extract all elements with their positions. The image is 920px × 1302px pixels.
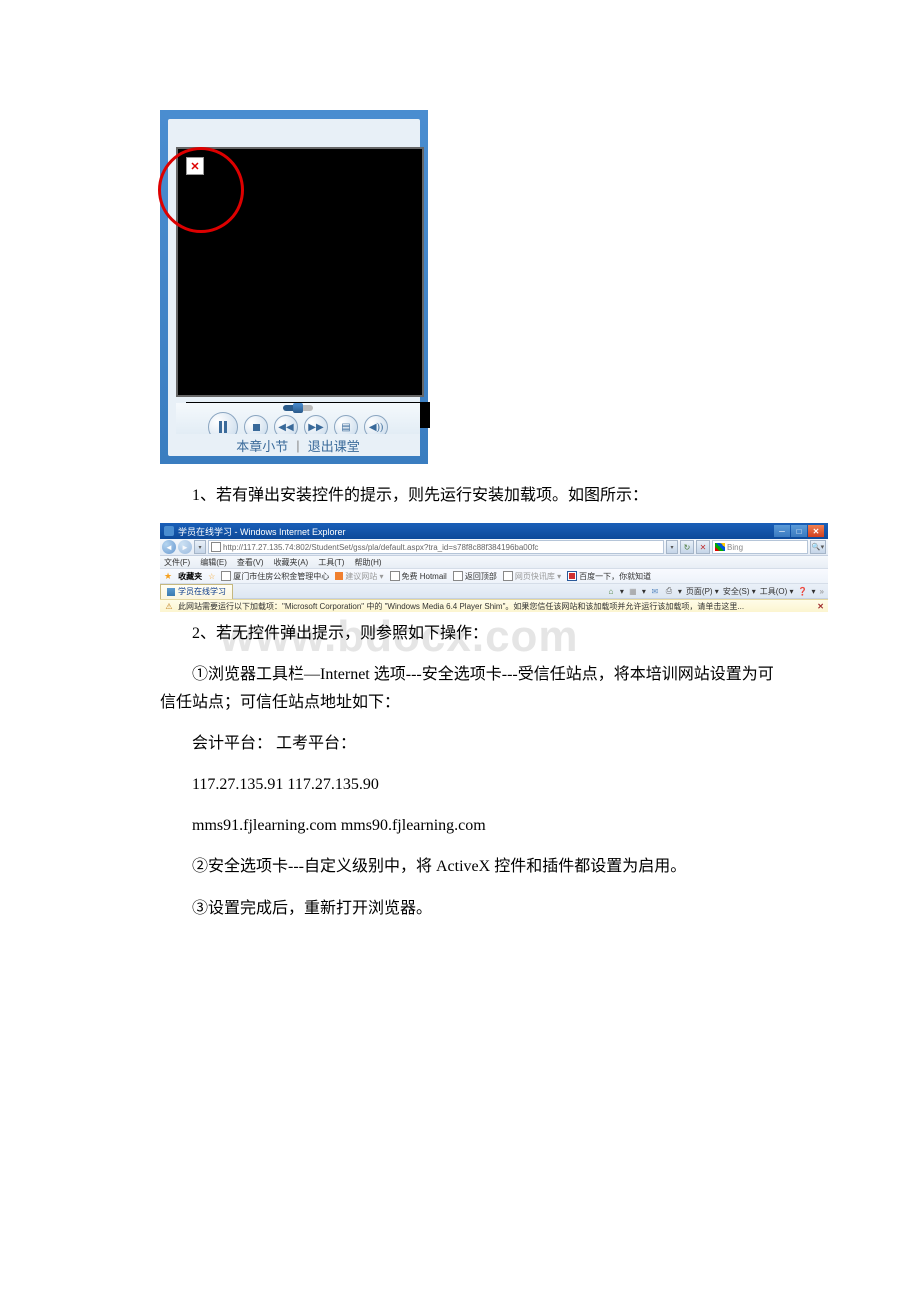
menu-tools[interactable]: 工具(T) — [318, 557, 344, 568]
chapter-link[interactable]: 本章小节 — [236, 436, 288, 455]
window-title: 学员在线学习 - Windows Internet Explorer — [178, 525, 346, 538]
maximize-button[interactable]: □ — [791, 525, 807, 537]
back-button[interactable]: ◄ — [162, 540, 176, 554]
address-bar: ◄ ► ▾ http://117.27.135.74:802/StudentSe… — [160, 539, 828, 556]
tab-icon — [167, 588, 175, 596]
url-input[interactable]: http://117.27.135.74:802/StudentSet/gss/… — [208, 540, 664, 554]
stop-button[interactable]: ✕ — [696, 540, 710, 554]
nav-dropdown[interactable]: ▾ — [194, 540, 206, 554]
paragraph-7: ②安全选项卡---自定义级别中，将 ActiveX 控件和插件都设置为启用。 — [160, 853, 780, 880]
player-frame: 正在连接 00:00/00:00 ◀◀ ▶▶ ▤ ◀)) 本章小节 | — [168, 119, 420, 456]
tab-bar: 学员在线学习 ⌂▾ ▦▾ ✉ ⎙▾ 页面(P) ▾ 安全(S) ▾ 工具(O) … — [160, 584, 828, 599]
menu-favorites[interactable]: 收藏夹(A) — [274, 557, 309, 568]
feed-icon[interactable]: ▦ — [628, 586, 638, 596]
info-bar[interactable]: ⚠ 此网站需要运行以下加载项："Microsoft Corporation" 中… — [160, 599, 828, 612]
menu-file[interactable]: 文件(F) — [164, 557, 190, 568]
help-icon[interactable]: ❓ — [798, 586, 808, 596]
url-dropdown[interactable]: ▾ — [666, 540, 678, 554]
command-bar: ⌂▾ ▦▾ ✉ ⎙▾ 页面(P) ▾ 安全(S) ▾ 工具(O) ▾ ❓▾ » — [606, 586, 828, 597]
seek-slider[interactable] — [283, 405, 313, 411]
favorites-bar: ★ 收藏夹 ☆ 厦门市住房公积金管理中心 建议网站 ▾ 免费 Hotmail 返… — [160, 569, 828, 584]
fav-item-1[interactable]: 厦门市住房公积金管理中心 — [221, 571, 329, 582]
paragraph-1: 1、若有弹出安装控件的提示，则先运行安装加载项。如图所示： — [160, 482, 780, 509]
active-tab[interactable]: 学员在线学习 — [160, 584, 233, 599]
infobar-close[interactable]: ✕ — [817, 602, 824, 611]
player-footer: 本章小节 | 退出课堂 — [176, 434, 420, 456]
browser-screenshot: 学员在线学习 - Windows Internet Explorer ─ □ ✕… — [160, 523, 828, 602]
fav-item-4[interactable]: 返回顶部 — [453, 571, 497, 582]
safety-menu[interactable]: 安全(S) ▾ — [723, 586, 756, 597]
mail-icon[interactable]: ✉ — [650, 586, 660, 596]
exit-link[interactable]: 退出课堂 — [308, 436, 360, 455]
fav-item-5[interactable]: 网页快讯库 ▾ — [503, 571, 561, 582]
search-input[interactable]: Bing — [712, 540, 808, 554]
fav-item-2[interactable]: 建议网站 ▾ — [335, 571, 383, 582]
minimize-button[interactable]: ─ — [774, 525, 790, 537]
paragraph-3: ①浏览器工具栏—Internet 选项---安全选项卡---受信任站点，将本培训… — [160, 661, 780, 715]
infobar-text: 此网站需要运行以下加载项："Microsoft Corporation" 中的 … — [178, 601, 744, 612]
menu-help[interactable]: 帮助(H) — [354, 557, 381, 568]
paragraph-5: 117.27.135.91 117.27.135.90 — [160, 771, 780, 798]
menu-edit[interactable]: 编辑(E) — [200, 557, 227, 568]
favorites-label[interactable]: 收藏夹 — [178, 571, 202, 582]
warning-icon: ⚠ — [164, 601, 174, 611]
menu-bar: 文件(F) 编辑(E) 查看(V) 收藏夹(A) 工具(T) 帮助(H) — [160, 556, 828, 569]
page-icon — [211, 542, 221, 552]
print-icon[interactable]: ⎙ — [664, 586, 674, 596]
fav-item-6[interactable]: 百度一下，你就知道 — [567, 571, 651, 582]
ie-icon — [164, 526, 174, 536]
home-icon[interactable]: ⌂ — [606, 586, 616, 596]
search-dropdown[interactable]: 🔍▾ — [810, 540, 826, 554]
fav-item-3[interactable]: 免费 Hotmail — [390, 571, 447, 582]
refresh-button[interactable]: ↻ — [680, 540, 694, 554]
star-icon[interactable]: ★ — [164, 571, 172, 582]
paragraph-6: mms91.fjlearning.com mms90.fjlearning.co… — [160, 812, 780, 839]
page-menu[interactable]: 页面(P) ▾ — [686, 586, 719, 597]
paragraph-4: 会计平台： 工考平台： — [160, 730, 780, 757]
forward-button[interactable]: ► — [178, 540, 192, 554]
window-titlebar: 学员在线学习 - Windows Internet Explorer ─ □ ✕ — [160, 523, 828, 539]
star-icon-2: ☆ — [208, 572, 215, 581]
menu-view[interactable]: 查看(V) — [237, 557, 264, 568]
bing-icon — [715, 543, 725, 551]
paragraph-2: 2、若无控件弹出提示，则参照如下操作： — [160, 620, 780, 647]
tools-menu[interactable]: 工具(O) ▾ — [760, 586, 794, 597]
media-player-screenshot: 正在连接 00:00/00:00 ◀◀ ▶▶ ▤ ◀)) 本章小节 | — [160, 110, 428, 464]
paragraph-8: ③设置完成后，重新打开浏览器。 — [160, 895, 780, 922]
close-button[interactable]: ✕ — [808, 525, 824, 537]
annotation-circle — [158, 147, 244, 233]
